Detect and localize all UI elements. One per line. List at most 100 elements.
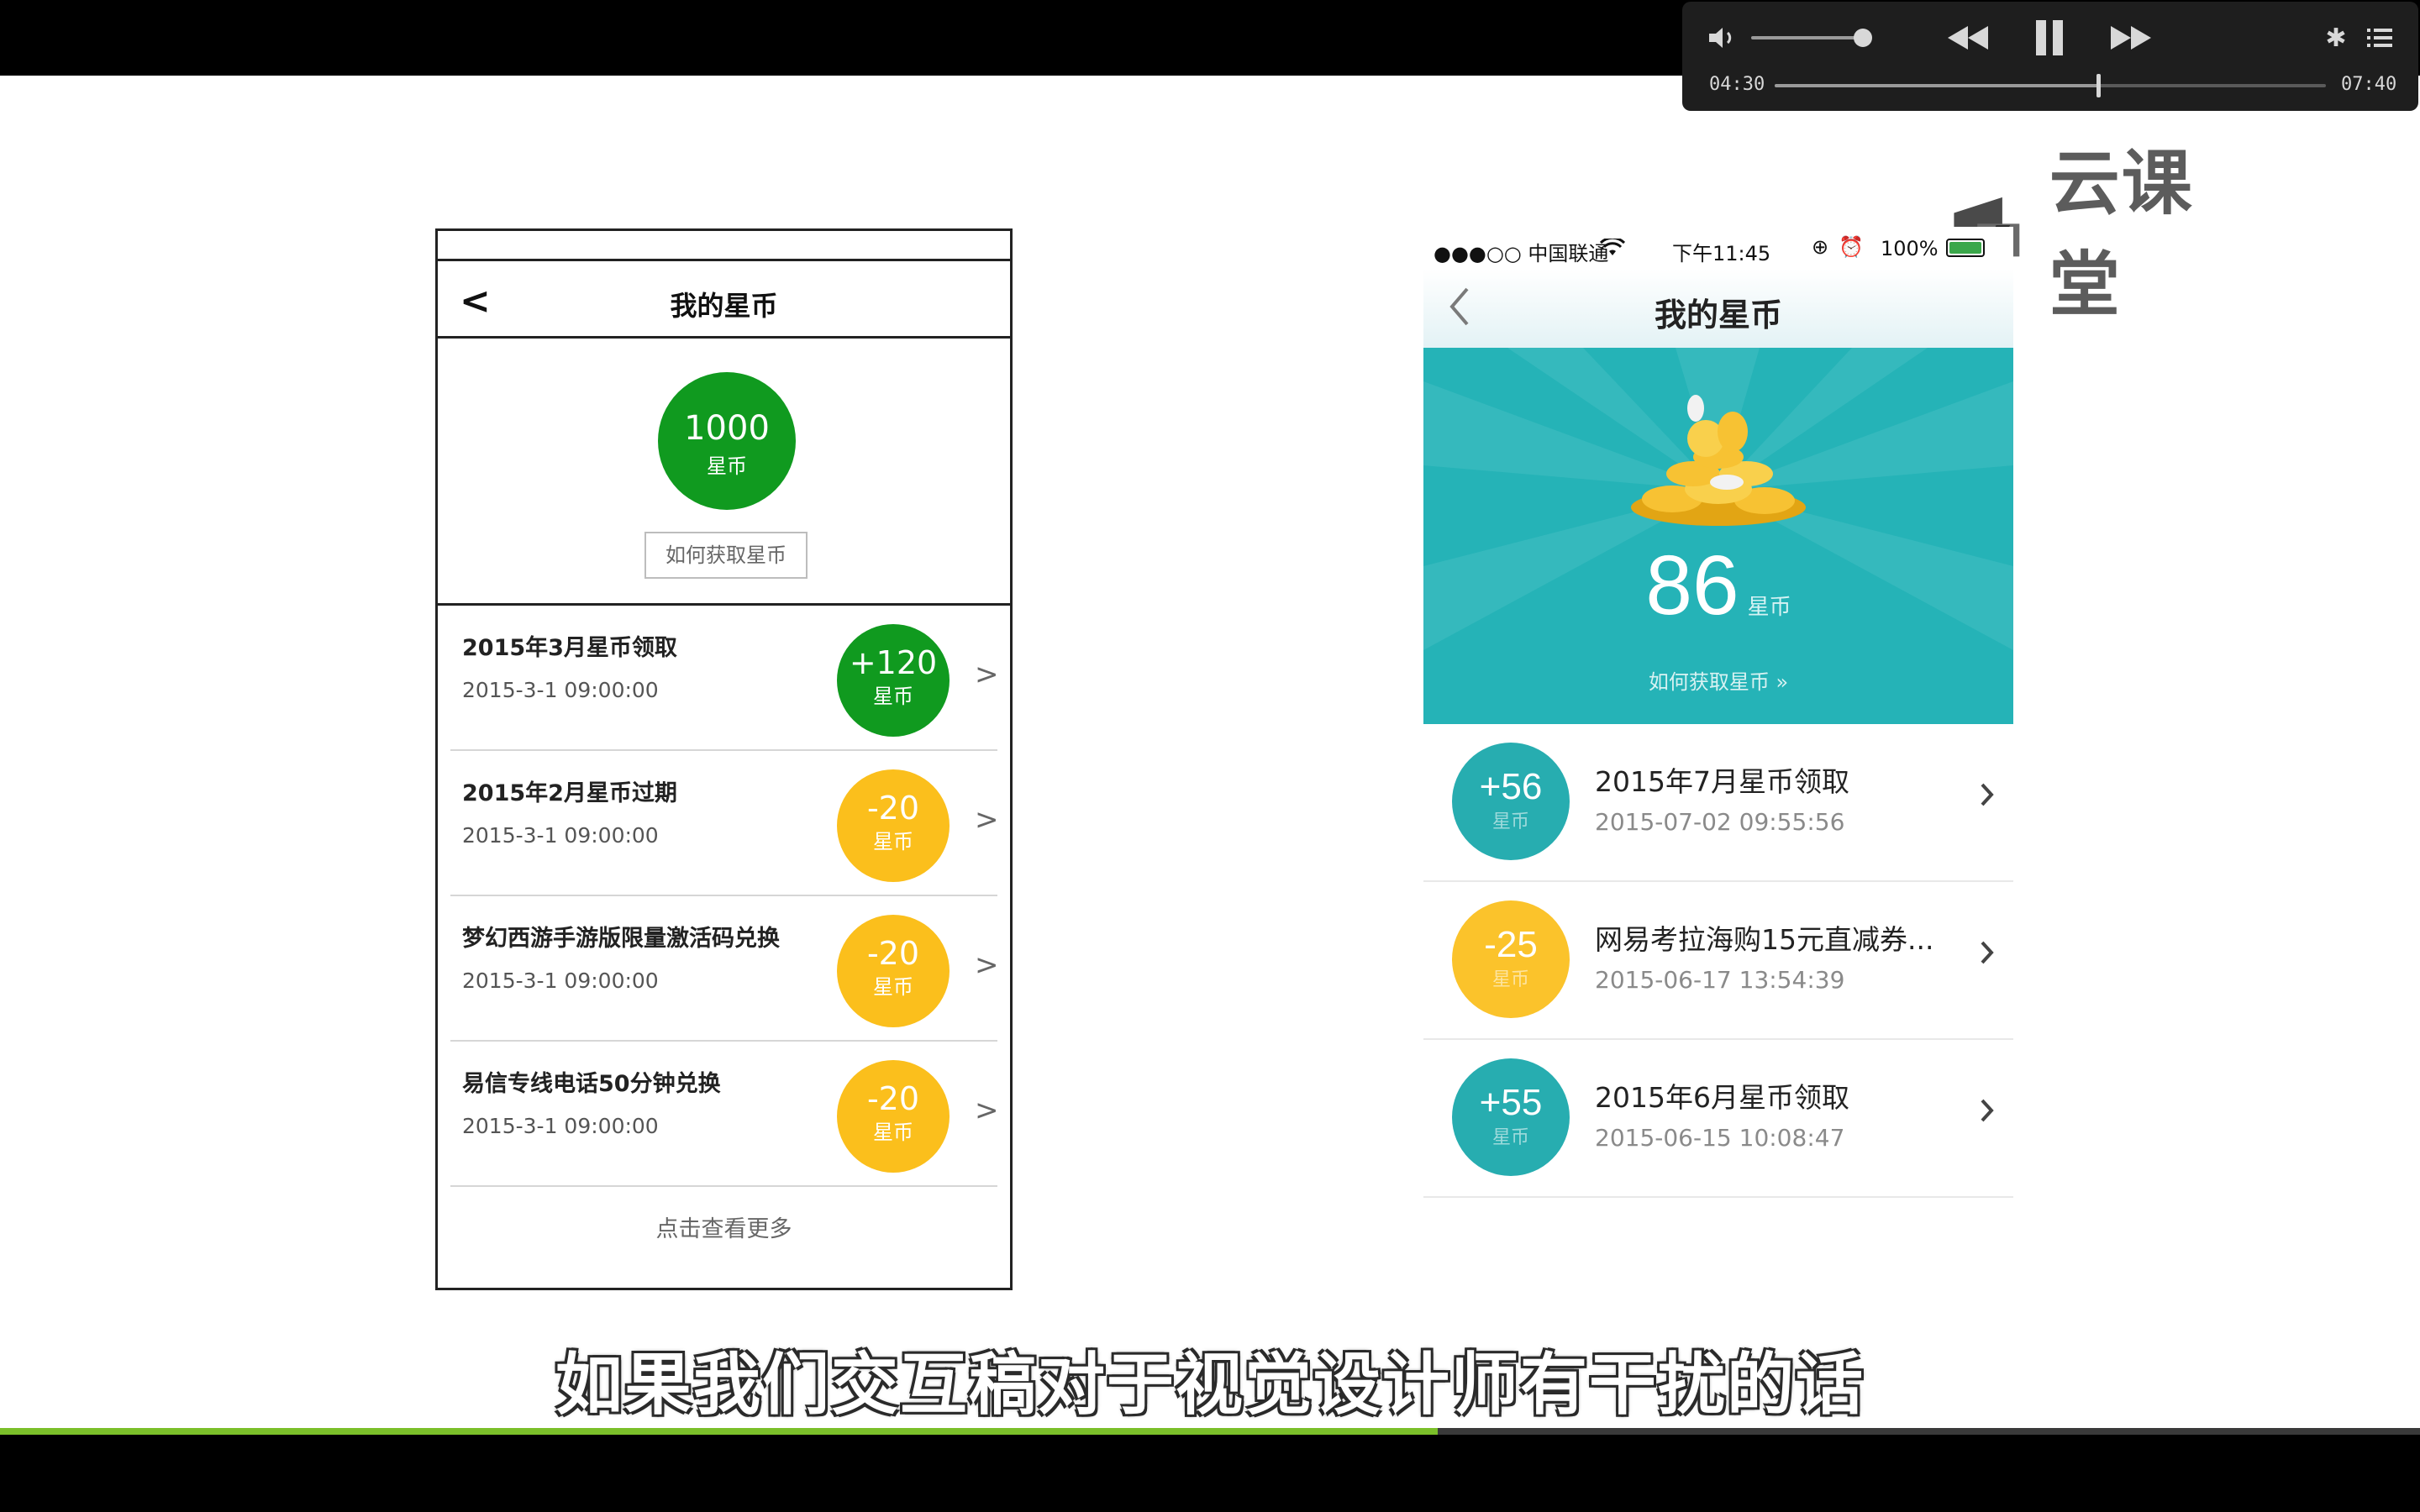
wireframe-amount-coin: -20 星币 bbox=[837, 915, 950, 1027]
amount-unit: 星币 bbox=[1491, 811, 1529, 832]
phone-title: 我的星币 bbox=[1654, 297, 1782, 333]
alarm-icon: ⏰ bbox=[1839, 235, 1864, 259]
chevron-right-icon: > bbox=[975, 948, 999, 982]
amount-value: +55 bbox=[1479, 1082, 1543, 1123]
battery-percent: 100% bbox=[1881, 237, 1939, 260]
playlist-icon bbox=[2367, 29, 2392, 47]
rewind-icon bbox=[1948, 26, 1988, 50]
logo-text: 云课堂 bbox=[2049, 142, 2194, 326]
wireframe-record-title: 2015年2月星币过期 bbox=[462, 780, 677, 806]
gold-coins-icon bbox=[1631, 395, 1806, 526]
how-to-get-link[interactable]: 如何获取星币 » bbox=[1423, 665, 2013, 695]
pause-button[interactable] bbox=[2028, 18, 2070, 57]
volume-icon[interactable] bbox=[1706, 24, 1739, 52]
carrier-label: ●●●○○ 中国联通 bbox=[1434, 242, 1609, 265]
settings-icon: ✱ bbox=[2325, 23, 2347, 53]
balance-amount: 86 bbox=[1645, 538, 1739, 633]
chevron-right-icon bbox=[1981, 783, 1994, 806]
seek-bar-fill bbox=[1775, 84, 2099, 87]
wireframe-amount-coin: +120 星币 bbox=[837, 624, 950, 737]
wireframe-record-date: 2015-3-1 09:00:00 bbox=[462, 969, 659, 993]
wireframe-amount-unit: 星币 bbox=[873, 975, 913, 999]
total-time: 07:40 bbox=[2341, 74, 2397, 95]
wireframe-how-button[interactable]: 如何获取星币 bbox=[644, 532, 808, 579]
wireframe-title: 我的星币 bbox=[670, 290, 778, 322]
video-progress-bar[interactable] bbox=[0, 1428, 2420, 1435]
record-date: 2015-06-15 10:08:47 bbox=[1595, 1124, 1845, 1152]
visual-design-mockup: ●●●○○ 中国联通 下午11:45 ⊕ ⏰ 100% 我的星币 86 星币 如… bbox=[1423, 227, 2013, 1201]
amount-coin: +56 星币 bbox=[1452, 743, 1570, 860]
volume-knob[interactable] bbox=[1853, 29, 1872, 47]
wireframe-amount-unit: 星币 bbox=[873, 830, 913, 853]
wireframe-amount-sign: - bbox=[866, 935, 879, 972]
subtitle-caption: 如果我们交互稿对于视觉设计师有干扰的话 bbox=[555, 1346, 1865, 1424]
phone-nav-bar: 我的星币 bbox=[1423, 269, 2013, 348]
wireframe-amount-sign: - bbox=[866, 1080, 879, 1117]
wireframe-record-title: 2015年3月星币领取 bbox=[462, 635, 677, 661]
wireframe-more-link[interactable]: 点击查看更多 bbox=[438, 1210, 1010, 1243]
playlist-button[interactable] bbox=[2363, 18, 2396, 57]
record-row[interactable]: -25 星币 网易考拉海购15元直减券... 2015-06-17 13:54:… bbox=[1423, 882, 2013, 1040]
balance-display: 86 星币 bbox=[1423, 538, 2013, 634]
wireframe-record-date: 2015-3-1 09:00:00 bbox=[462, 1114, 659, 1138]
amount-coin: -25 星币 bbox=[1452, 900, 1570, 1018]
chevron-right-icon: > bbox=[975, 803, 999, 837]
balance-banner: 86 星币 如何获取星币 » bbox=[1423, 348, 2013, 724]
wireframe-mockup: < 我的星币 1000 星币 如何获取星币 2015年3月星币领取 2015-3… bbox=[435, 228, 1013, 1290]
wireframe-amount-value: 120 bbox=[876, 644, 938, 681]
amount-unit: 星币 bbox=[1491, 1127, 1529, 1148]
video-progress-fill bbox=[0, 1428, 1438, 1435]
volume-slider[interactable] bbox=[1751, 36, 1860, 39]
wireframe-amount-coin: -20 星币 bbox=[837, 769, 950, 882]
record-date: 2015-06-17 13:54:39 bbox=[1595, 966, 1845, 994]
pause-icon bbox=[2036, 20, 2063, 55]
wireframe-amount-value: 20 bbox=[878, 1080, 920, 1117]
wireframe-amount-sign: - bbox=[866, 790, 879, 827]
record-title: 2015年6月星币领取 bbox=[1595, 1081, 1849, 1114]
amount-value: -25 bbox=[1484, 924, 1538, 965]
wireframe-nav-bar: < 我的星币 bbox=[438, 261, 1010, 339]
elapsed-time: 04:30 bbox=[1709, 74, 1765, 95]
slide: 云课堂 < 我的星币 1000 星币 如何获取星币 2015年3月星币领取 20… bbox=[0, 76, 2420, 1428]
fast-forward-button[interactable] bbox=[2107, 18, 2154, 57]
chevron-right-icon: > bbox=[975, 658, 999, 691]
video-player-controls: ✱ 04:30 07:40 bbox=[1682, 2, 2418, 111]
chevron-right-icon bbox=[1981, 941, 1994, 964]
balance-unit: 星币 bbox=[1747, 595, 1791, 620]
wireframe-balance-amount: 1000 bbox=[684, 409, 770, 448]
wireframe-record-row[interactable]: 易信专线电话50分钟兑换 2015-3-1 09:00:00 -20 星币 > bbox=[450, 1042, 999, 1187]
record-date: 2015-07-02 09:55:56 bbox=[1595, 808, 1845, 836]
wireframe-record-list: 2015年3月星币领取 2015-3-1 09:00:00 +120 星币 >2… bbox=[438, 606, 1010, 1187]
wireframe-balance-section: 1000 星币 如何获取星币 bbox=[438, 339, 1010, 606]
wifi-icon bbox=[1600, 239, 1625, 255]
record-title: 2015年7月星币领取 bbox=[1595, 765, 1849, 798]
wireframe-amount-value: 20 bbox=[878, 935, 920, 972]
record-title: 网易考拉海购15元直减券... bbox=[1595, 923, 1934, 956]
rewind-button[interactable] bbox=[1944, 18, 1991, 57]
amount-coin: +55 星币 bbox=[1452, 1058, 1570, 1176]
fast-forward-icon bbox=[2111, 26, 2151, 50]
status-time: 下午11:45 bbox=[1672, 242, 1771, 265]
wireframe-record-date: 2015-3-1 09:00:00 bbox=[462, 678, 659, 702]
seek-bar[interactable] bbox=[1775, 74, 2326, 97]
wireframe-record-row[interactable]: 2015年2月星币过期 2015-3-1 09:00:00 -20 星币 > bbox=[450, 751, 999, 896]
amount-value: +56 bbox=[1479, 766, 1543, 807]
wireframe-record-date: 2015-3-1 09:00:00 bbox=[462, 823, 659, 848]
wireframe-record-row[interactable]: 2015年3月星币领取 2015-3-1 09:00:00 +120 星币 > bbox=[450, 606, 999, 751]
wireframe-balance-unit: 星币 bbox=[707, 454, 747, 478]
amount-unit: 星币 bbox=[1491, 969, 1529, 990]
phone-status-bar: ●●●○○ 中国联通 下午11:45 ⊕ ⏰ 100% bbox=[1423, 227, 2013, 269]
record-row[interactable]: +56 星币 2015年7月星币领取 2015-07-02 09:55:56 bbox=[1423, 724, 2013, 882]
rotation-lock-icon: ⊕ bbox=[1812, 235, 1829, 259]
wireframe-amount-unit: 星币 bbox=[873, 1121, 913, 1144]
wireframe-record-row[interactable]: 梦幻西游手游版限量激活码兑换 2015-3-1 09:00:00 -20 星币 … bbox=[450, 896, 999, 1042]
wireframe-balance-coin: 1000 星币 bbox=[658, 372, 796, 510]
wireframe-record-title: 易信专线电话50分钟兑换 bbox=[462, 1071, 721, 1097]
video-frame: 云课堂 < 我的星币 1000 星币 如何获取星币 2015年3月星币领取 20… bbox=[0, 0, 2420, 1512]
wireframe-status-bar bbox=[438, 231, 1010, 261]
record-row[interactable]: +55 星币 2015年6月星币领取 2015-06-15 10:08:47 bbox=[1423, 1040, 2013, 1198]
seek-handle[interactable] bbox=[2096, 74, 2102, 97]
settings-button[interactable]: ✱ bbox=[2321, 18, 2351, 57]
chevron-right-icon: > bbox=[975, 1094, 999, 1127]
chevron-right-icon bbox=[1981, 1099, 1994, 1122]
